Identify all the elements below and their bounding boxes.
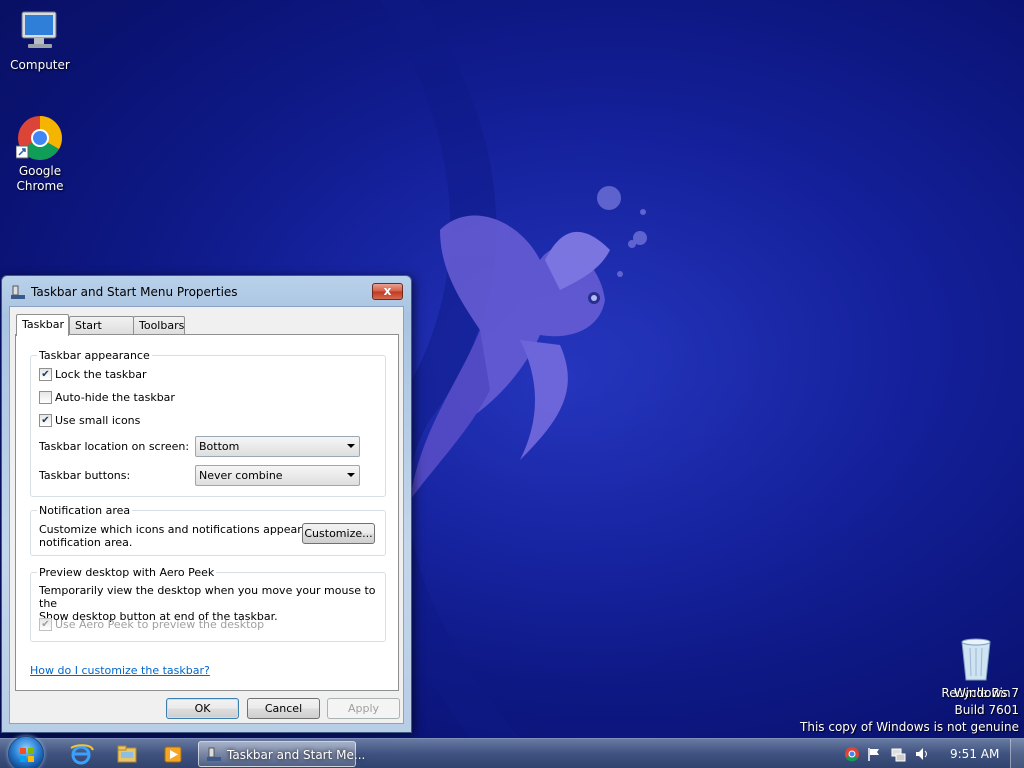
tab-taskbar[interactable]: Taskbar (16, 314, 69, 336)
group-heading: Preview desktop with Aero Peek (37, 566, 217, 579)
checkbox-checked[interactable]: ✔ (39, 368, 52, 381)
close-button[interactable]: x (372, 283, 403, 300)
watermark-genuine-notice: This copy of Windows is not genuine (800, 720, 1019, 734)
tab-start-menu[interactable]: Start Menu (69, 316, 134, 349)
taskbar-properties-icon (206, 746, 222, 765)
windows-logo-icon (20, 748, 34, 762)
ok-button[interactable]: OK (166, 698, 239, 719)
desktop-icon-label: Computer (10, 58, 70, 72)
help-link[interactable]: How do I customize the taskbar? (30, 664, 210, 677)
desktop-icon-label-line1: Google (18, 164, 62, 178)
desc-line: notification area. (39, 536, 133, 549)
group-heading: Taskbar appearance (37, 349, 152, 362)
watermark-version: Windows 7 (953, 686, 1019, 700)
checkbox-checked[interactable]: ✔ (39, 414, 52, 427)
desc-line: Customize which icons and notifications … (39, 523, 337, 536)
dropdown-value: Bottom (199, 440, 240, 453)
taskbar-properties-dialog: Taskbar and Start Menu Properties x Task… (1, 275, 412, 733)
checkbox-label: Lock the taskbar (55, 368, 147, 381)
dropdown-arrow-icon (347, 444, 355, 448)
watermark-build: Build 7601 (954, 703, 1019, 717)
group-notification-area: Notification area Customize which icons … (30, 504, 386, 556)
dropdown-arrow-icon (347, 473, 355, 477)
group-taskbar-appearance: Taskbar appearance ✔ Lock the taskbar Au… (30, 349, 386, 497)
group-aero-peek: Preview desktop with Aero Peek Temporari… (30, 566, 386, 642)
notification-description: Customize which icons and notifications … (39, 523, 337, 549)
notification-tray: 9:51 AM (838, 739, 1024, 768)
action-center-flag-icon[interactable] (866, 746, 882, 762)
network-icon[interactable] (890, 746, 906, 762)
desktop-icon-computer[interactable]: Computer (0, 8, 80, 73)
windows-explorer-icon[interactable] (105, 742, 149, 767)
chrome-icon (15, 114, 64, 162)
taskbar-properties-icon (10, 284, 26, 300)
dropdown-value: Never combine (199, 469, 283, 482)
taskbar: Taskbar and Start Me... 9:51 AM (0, 736, 1024, 768)
clock[interactable]: 9:51 AM (950, 747, 999, 761)
dialog-client-area: Taskbar Start Menu Toolbars Taskbar appe… (9, 306, 404, 724)
taskbar-buttons-label: Taskbar buttons: (39, 469, 131, 482)
start-button[interactable] (8, 736, 44, 768)
apply-button: Apply (327, 698, 400, 719)
taskbar-buttons-dropdown[interactable]: Never combine (195, 465, 360, 486)
tab-panel-taskbar: Taskbar appearance ✔ Lock the taskbar Au… (15, 334, 399, 691)
media-player-icon[interactable] (151, 742, 195, 767)
computer-icon (16, 8, 64, 56)
recycle-bin-icon (952, 636, 1000, 684)
checkbox-label: Auto-hide the taskbar (55, 391, 175, 404)
checkbox-label: Use Aero Peek to preview the desktop (55, 618, 265, 631)
location-label: Taskbar location on screen: (39, 440, 190, 453)
show-desktop-button[interactable] (1010, 739, 1024, 768)
taskbar-button-active-window[interactable]: Taskbar and Start Me... (198, 741, 365, 767)
location-dropdown[interactable]: Bottom (195, 436, 360, 457)
cancel-button[interactable]: Cancel (247, 698, 320, 719)
customize-button[interactable]: Customize... (302, 523, 375, 544)
volume-icon[interactable] (914, 746, 930, 762)
dialog-titlebar[interactable]: Taskbar and Start Menu Properties x (2, 276, 411, 306)
tab-toolbars[interactable]: Toolbars (133, 316, 185, 335)
dialog-title: Taskbar and Start Menu Properties (31, 285, 238, 299)
internet-explorer-icon[interactable] (59, 742, 103, 767)
checkbox-label: Use small icons (55, 414, 141, 427)
checkbox-checked-disabled: ✔ (39, 618, 52, 631)
chrome-tray-icon[interactable] (844, 746, 860, 762)
windows-watermark: Windows 7 Build 7601 This copy of Window… (800, 685, 1019, 736)
group-heading: Notification area (37, 504, 133, 517)
taskbar-button-label: Taskbar and Start Me... (227, 748, 366, 762)
desktop-icon-label-line2: Chrome (16, 179, 64, 193)
desc-line: Temporarily view the desktop when you mo… (39, 584, 376, 610)
checkbox-unchecked[interactable] (39, 391, 52, 404)
desktop-icon-chrome[interactable]: Google Chrome (0, 114, 80, 194)
